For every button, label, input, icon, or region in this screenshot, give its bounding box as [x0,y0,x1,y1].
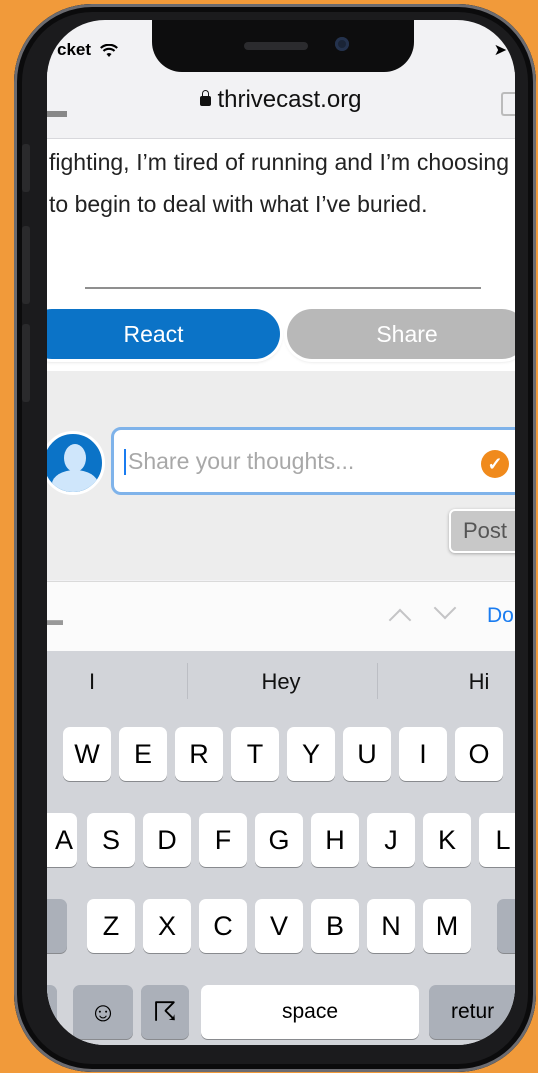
key-y[interactable]: Y [287,727,335,781]
numbers-key[interactable] [47,985,57,1039]
previous-field-icon[interactable] [388,608,412,632]
avatar-head [64,444,86,472]
suggestion-1[interactable]: I [47,669,162,695]
space-key[interactable]: space [201,985,419,1039]
user-avatar [47,431,105,495]
key-c[interactable]: C [199,899,247,953]
key-f[interactable]: F [199,813,247,867]
key-x[interactable]: X [143,899,191,953]
key-w[interactable]: W [63,727,111,781]
checkmark-icon: ✓ [481,450,509,478]
key-s[interactable]: S [87,813,135,867]
key-n[interactable]: N [367,899,415,953]
avatar-shoulders [52,470,98,492]
suggestion-2[interactable]: Hey [211,669,351,695]
silent-switch [22,144,30,192]
key-i[interactable]: I [399,727,447,781]
key-l[interactable]: L [479,813,515,867]
key-z[interactable]: Z [87,899,135,953]
key-k[interactable]: K [423,813,471,867]
volume-down-button [22,324,30,402]
comment-input[interactable] [111,427,515,495]
key-d[interactable]: D [143,813,191,867]
keyboard-toolbar: ▬ Do [47,581,515,652]
share-button[interactable]: Share [287,309,515,359]
phone-screen: cket ➤ ▬ thrivecast.org fighting, I’m ti… [47,20,515,1045]
keyboard: I Hey Hi W E R T Y U I O A S D F G H J K… [47,651,515,1045]
text-caret [124,449,126,475]
key-a[interactable]: A [47,813,77,867]
browser-address-bar[interactable]: ▬ thrivecast.org [47,72,515,139]
key-o[interactable]: O [455,727,503,781]
autofill-icon[interactable]: ▬ [47,612,63,630]
shift-key[interactable] [47,899,67,953]
next-field-icon[interactable] [433,596,457,620]
domain-label: thrivecast.org [217,86,362,113]
key-m[interactable]: M [423,899,471,953]
content-divider [85,287,481,289]
key-v[interactable]: V [255,899,303,953]
key-g[interactable]: G [255,813,303,867]
return-key[interactable]: retur [429,985,515,1039]
comment-section: ✓ Post [47,371,515,580]
key-j[interactable]: J [367,813,415,867]
backspace-key[interactable] [497,899,515,953]
key-t[interactable]: T [231,727,279,781]
volume-up-button [22,226,30,304]
wifi-icon [99,43,118,57]
lock-icon [200,90,212,106]
back-to-app-label[interactable]: cket [57,40,91,59]
browser-share-icon[interactable] [501,92,515,116]
emoji-icon[interactable]: ☺ [73,985,133,1039]
microphone-icon[interactable]: ☈ [141,985,189,1039]
article-section: fighting, I’m tired of running and I’m c… [47,139,515,371]
key-u[interactable]: U [343,727,391,781]
suggestion-divider [377,663,378,699]
done-button[interactable]: Do [487,604,514,628]
key-r[interactable]: R [175,727,223,781]
react-button[interactable]: React [47,309,280,359]
notch [152,20,414,72]
suggestion-divider [187,663,188,699]
key-e[interactable]: E [119,727,167,781]
suggestion-3[interactable]: Hi [409,669,515,695]
article-text: fighting, I’m tired of running and I’m c… [49,149,509,217]
speaker-grille [244,42,308,50]
url-display[interactable]: thrivecast.org [47,86,515,114]
key-h[interactable]: H [311,813,359,867]
post-button[interactable]: Post [449,509,515,553]
front-camera [335,37,349,51]
location-icon: ➤ [493,42,507,59]
key-b[interactable]: B [311,899,359,953]
status-bar-left: cket [57,40,118,60]
